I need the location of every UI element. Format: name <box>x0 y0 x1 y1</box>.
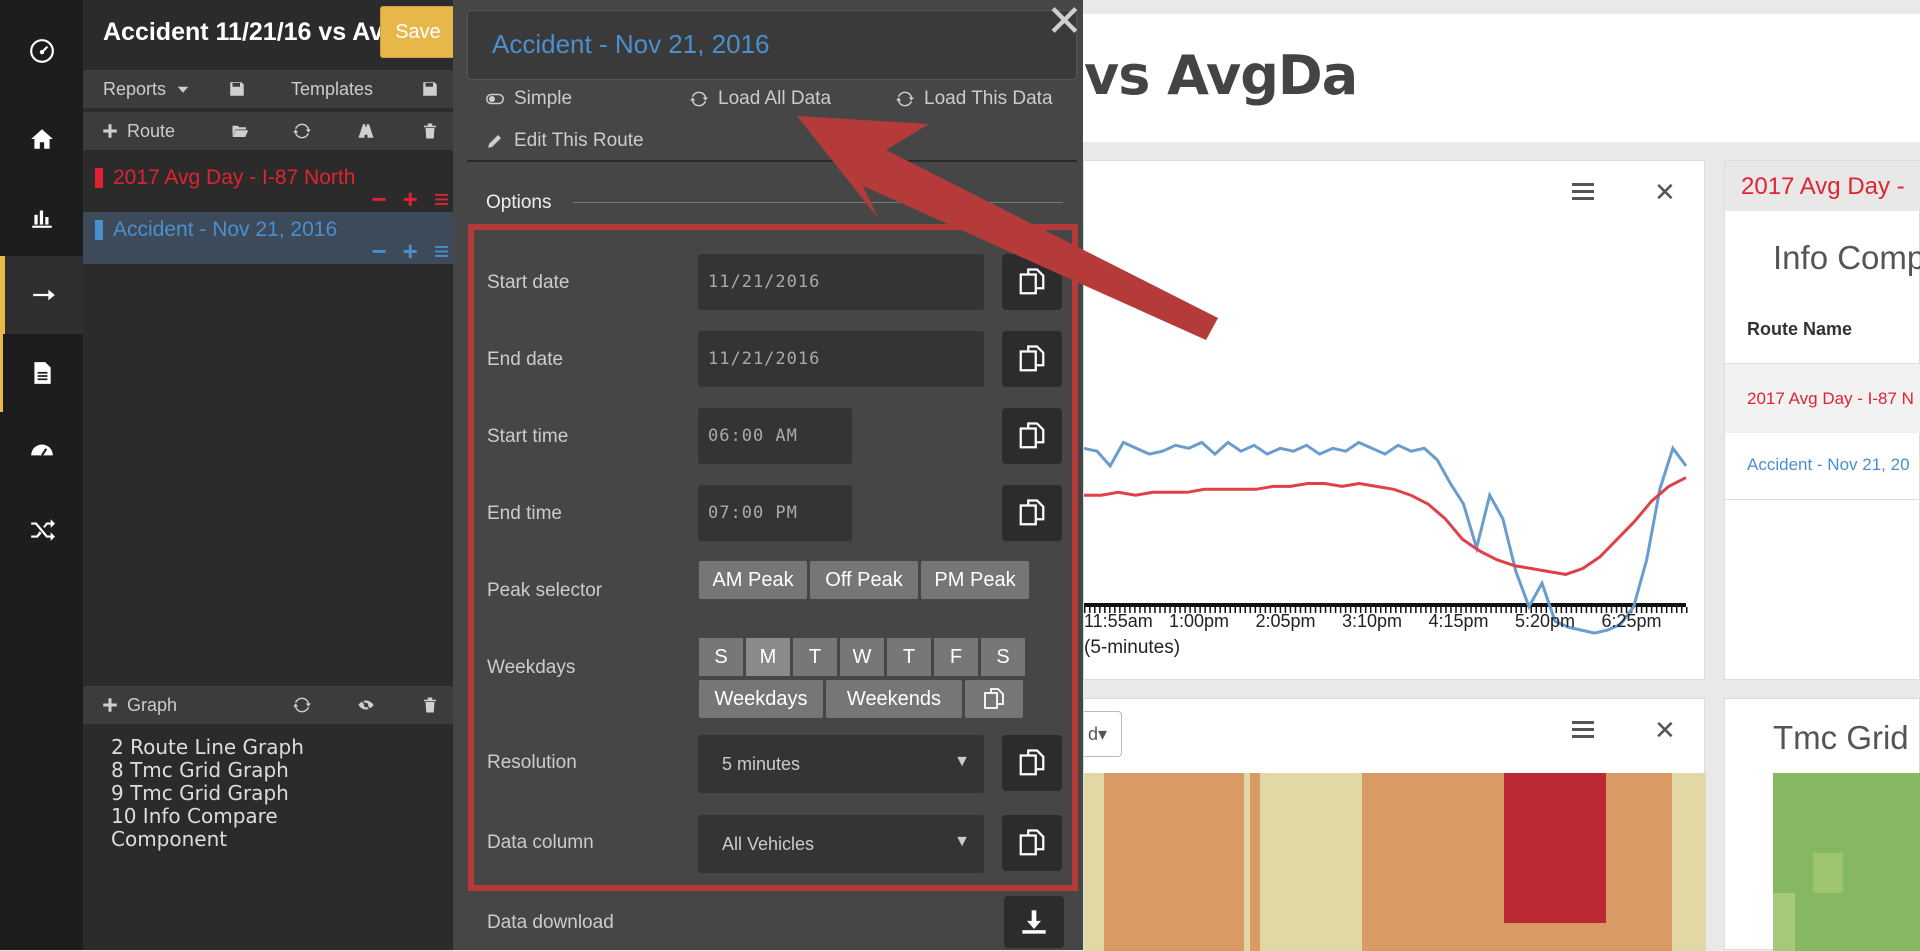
annotation-arrow <box>797 116 1218 340</box>
annotation-arrow-shape <box>797 116 1218 340</box>
